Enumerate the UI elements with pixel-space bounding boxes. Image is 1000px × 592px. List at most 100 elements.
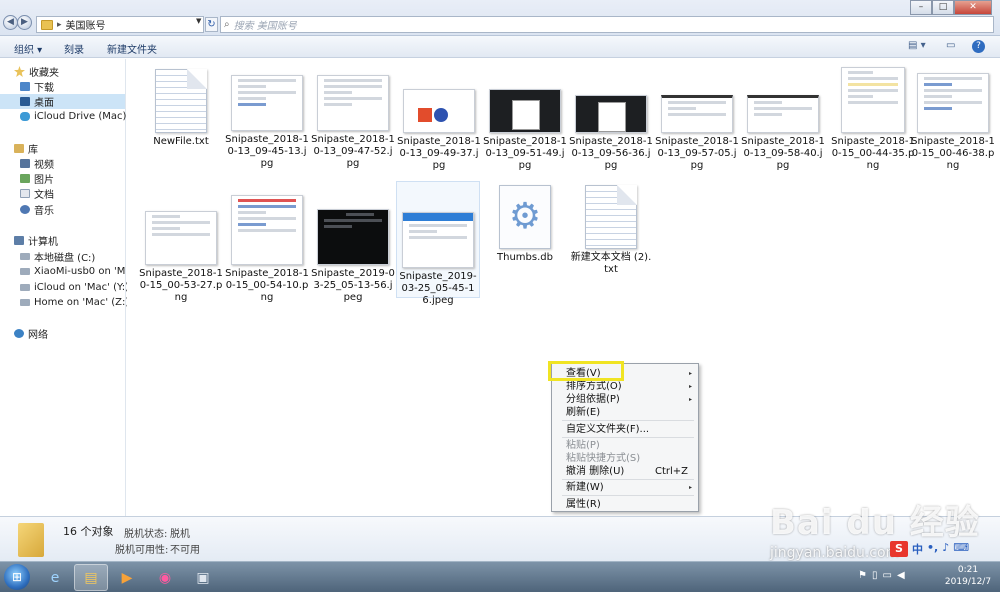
image-thumbnail [661,95,733,133]
address-bar[interactable]: ▸ 美国账号 [36,16,204,33]
sidebar-item-icloud-drive[interactable]: iCloud Drive (Mac) [20,109,126,124]
menu-item-customize[interactable]: 自定义文件夹(F)... [566,423,694,436]
new-folder-button[interactable]: 新建文件夹 [107,41,157,56]
sidebar-item-icloud-mac[interactable]: iCloud on 'Mac' (Y:) [20,280,129,295]
file-item[interactable]: Snipaste_2019-03-25_05-13-56.jpeg [311,209,395,304]
sidebar-item-computer[interactable]: 计算机 [14,233,58,248]
explorer-taskbar-icon[interactable]: ▤ [74,564,108,591]
preview-pane-icon[interactable]: ▭ [946,40,955,51]
clock[interactable]: 0:21 2019/12/7 [938,564,998,588]
sidebar-item-xiaomi[interactable]: XiaoMi-usb0 on 'Ma [20,264,126,279]
network-tray-icon[interactable]: ▭ [882,570,891,581]
shortcut-label: Ctrl+Z [654,466,688,477]
image-thumbnail [231,195,303,265]
system-tray: ⚑ ▯ ▭ ◀ [858,570,905,581]
menu-item-properties[interactable]: 属性(R) [566,498,694,511]
help-icon[interactable]: ? [972,40,985,53]
file-item[interactable]: Snipaste_2018-10-13_09-51-49.jpg [483,89,567,172]
image-thumbnail [231,75,303,131]
clock-time: 0:21 [957,565,979,575]
keyboard-icon[interactable]: ⌨ [953,541,969,557]
sidebar-item-pictures[interactable]: 图片 [20,171,54,186]
app-taskbar-icon[interactable]: ▣ [186,564,220,591]
star-icon [14,66,25,77]
ime-toolbar[interactable]: S 中 •, ♪ ⌨ [890,541,969,557]
microphone-icon[interactable]: ♪ [942,541,949,557]
address-dropdown-icon[interactable]: ▼ [196,17,201,25]
file-item[interactable]: Snipaste_2018-10-15_00-54-10.png [225,195,309,304]
menu-item-refresh[interactable]: 刷新(E) [566,406,694,419]
video-icon [20,159,30,168]
menu-divider [562,495,694,496]
sidebar-item-documents[interactable]: 文档 [20,186,54,201]
ime-language-indicator[interactable]: 中 [912,541,923,557]
burn-button[interactable]: 刻录 [64,41,84,56]
library-icon [14,144,24,153]
file-item[interactable]: Snipaste_2018-10-13_09-56-36.jpg [569,95,653,172]
image-thumbnail [747,95,819,133]
menu-item-undo[interactable]: 撤消 删除(U) Ctrl+Z [566,465,694,478]
refresh-button[interactable]: ↻ [205,17,218,32]
menu-divider [562,479,694,480]
forward-button[interactable]: ▶ [17,15,32,30]
file-item[interactable]: ⚙ Thumbs.db [483,185,567,264]
gear-icon: ⚙ [508,196,542,237]
submenu-arrow-icon: ▸ [688,383,692,390]
breadcrumb-current[interactable]: 美国账号 [66,17,106,32]
sidebar-item-local-disk[interactable]: 本地磁盘 (C:) [20,249,95,264]
cloud-icon [20,112,30,121]
organize-menu[interactable]: 组织 ▾ [14,41,42,56]
minimize-button[interactable]: – [910,0,932,15]
start-button[interactable]: ⊞ [4,564,30,590]
file-item[interactable]: Snipaste_2018-10-13_09-58-40.jpg [741,95,825,172]
sidebar-item-libraries[interactable]: 库 [14,141,38,156]
image-thumbnail [575,95,647,133]
image-thumbnail [917,73,989,133]
sidebar-item-music[interactable]: 音乐 [20,202,54,217]
folder-icon [41,19,53,30]
file-item[interactable]: Snipaste_2018-10-13_09-47-52.jpg [311,75,395,170]
menu-item-sort[interactable]: 排序方式(O) ▸ [566,380,694,393]
search-input[interactable]: ⌕ 搜索 美国账号 [220,16,994,33]
punctuation-icon[interactable]: •, [927,541,938,557]
file-item-selected[interactable]: Snipaste_2019-03-25_05-45-16.jpeg [396,181,480,306]
flag-icon[interactable]: ⚑ [858,570,867,581]
view-options-icon[interactable]: ▤ ▾ [908,40,926,51]
menu-divider [562,420,694,421]
file-item[interactable]: Snipaste_2018-10-15_00-46-38.png [911,73,995,172]
media-player-icon[interactable]: ▶ [110,564,144,591]
close-button[interactable]: ✕ [954,0,992,15]
image-thumbnail [317,75,389,131]
context-menu: 查看(V) ▸ 排序方式(O) ▸ 分组依据(P) ▸ 刷新(E) 自定义文件夹(F)… [551,363,699,512]
menu-item-new[interactable]: 新建(W) ▸ [566,481,694,494]
watermark-logo: Bai du 经验 [770,503,980,543]
sidebar-item-videos[interactable]: 视频 [20,156,54,171]
ie-icon[interactable]: e [38,564,72,591]
sidebar-item-desktop[interactable]: 桌面 [0,94,125,109]
file-item[interactable]: Snipaste_2018-10-15_00-44-35.png [831,67,915,172]
file-item[interactable]: 新建文本文档 (2).txt [569,185,653,276]
file-item[interactable]: Snipaste_2018-10-13_09-57-05.jpg [655,95,739,172]
device-icon[interactable]: ▯ [872,570,878,581]
file-item[interactable]: Snipaste_2018-10-13_09-49-37.jpg [397,89,481,172]
sidebar-item-network[interactable]: 网络 [14,326,48,341]
menu-item-group[interactable]: 分组依据(P) ▸ [566,393,694,406]
breadcrumb-separator: ▸ [57,19,62,30]
back-button[interactable]: ◀ [3,15,18,30]
search-icon: ⌕ [224,19,230,30]
watermark-url: jingyan.baidu.com [770,545,900,561]
sidebar-item-downloads[interactable]: 下载 [20,79,54,94]
color-wheel-app-icon[interactable]: ◉ [148,564,182,591]
volume-icon[interactable]: ◀ [897,570,905,581]
file-item[interactable]: NewFile.txt [139,69,223,148]
item-count: 16 个对象 [63,525,114,538]
file-item[interactable]: Snipaste_2018-10-15_00-53-27.png [139,211,223,304]
sidebar-item-home-mac[interactable]: Home on 'Mac' (Z:) [20,295,129,310]
sidebar-item-favorites[interactable]: 收藏夹 [14,64,59,79]
maximize-button[interactable]: □ [932,0,954,15]
menu-divider [562,437,694,438]
offline-status-label: 脱机状态: [124,529,168,540]
clock-date: 2019/12/7 [944,577,992,587]
file-item[interactable]: Snipaste_2018-10-13_09-45-13.jpg [225,75,309,170]
highlight-annotation [548,361,624,381]
